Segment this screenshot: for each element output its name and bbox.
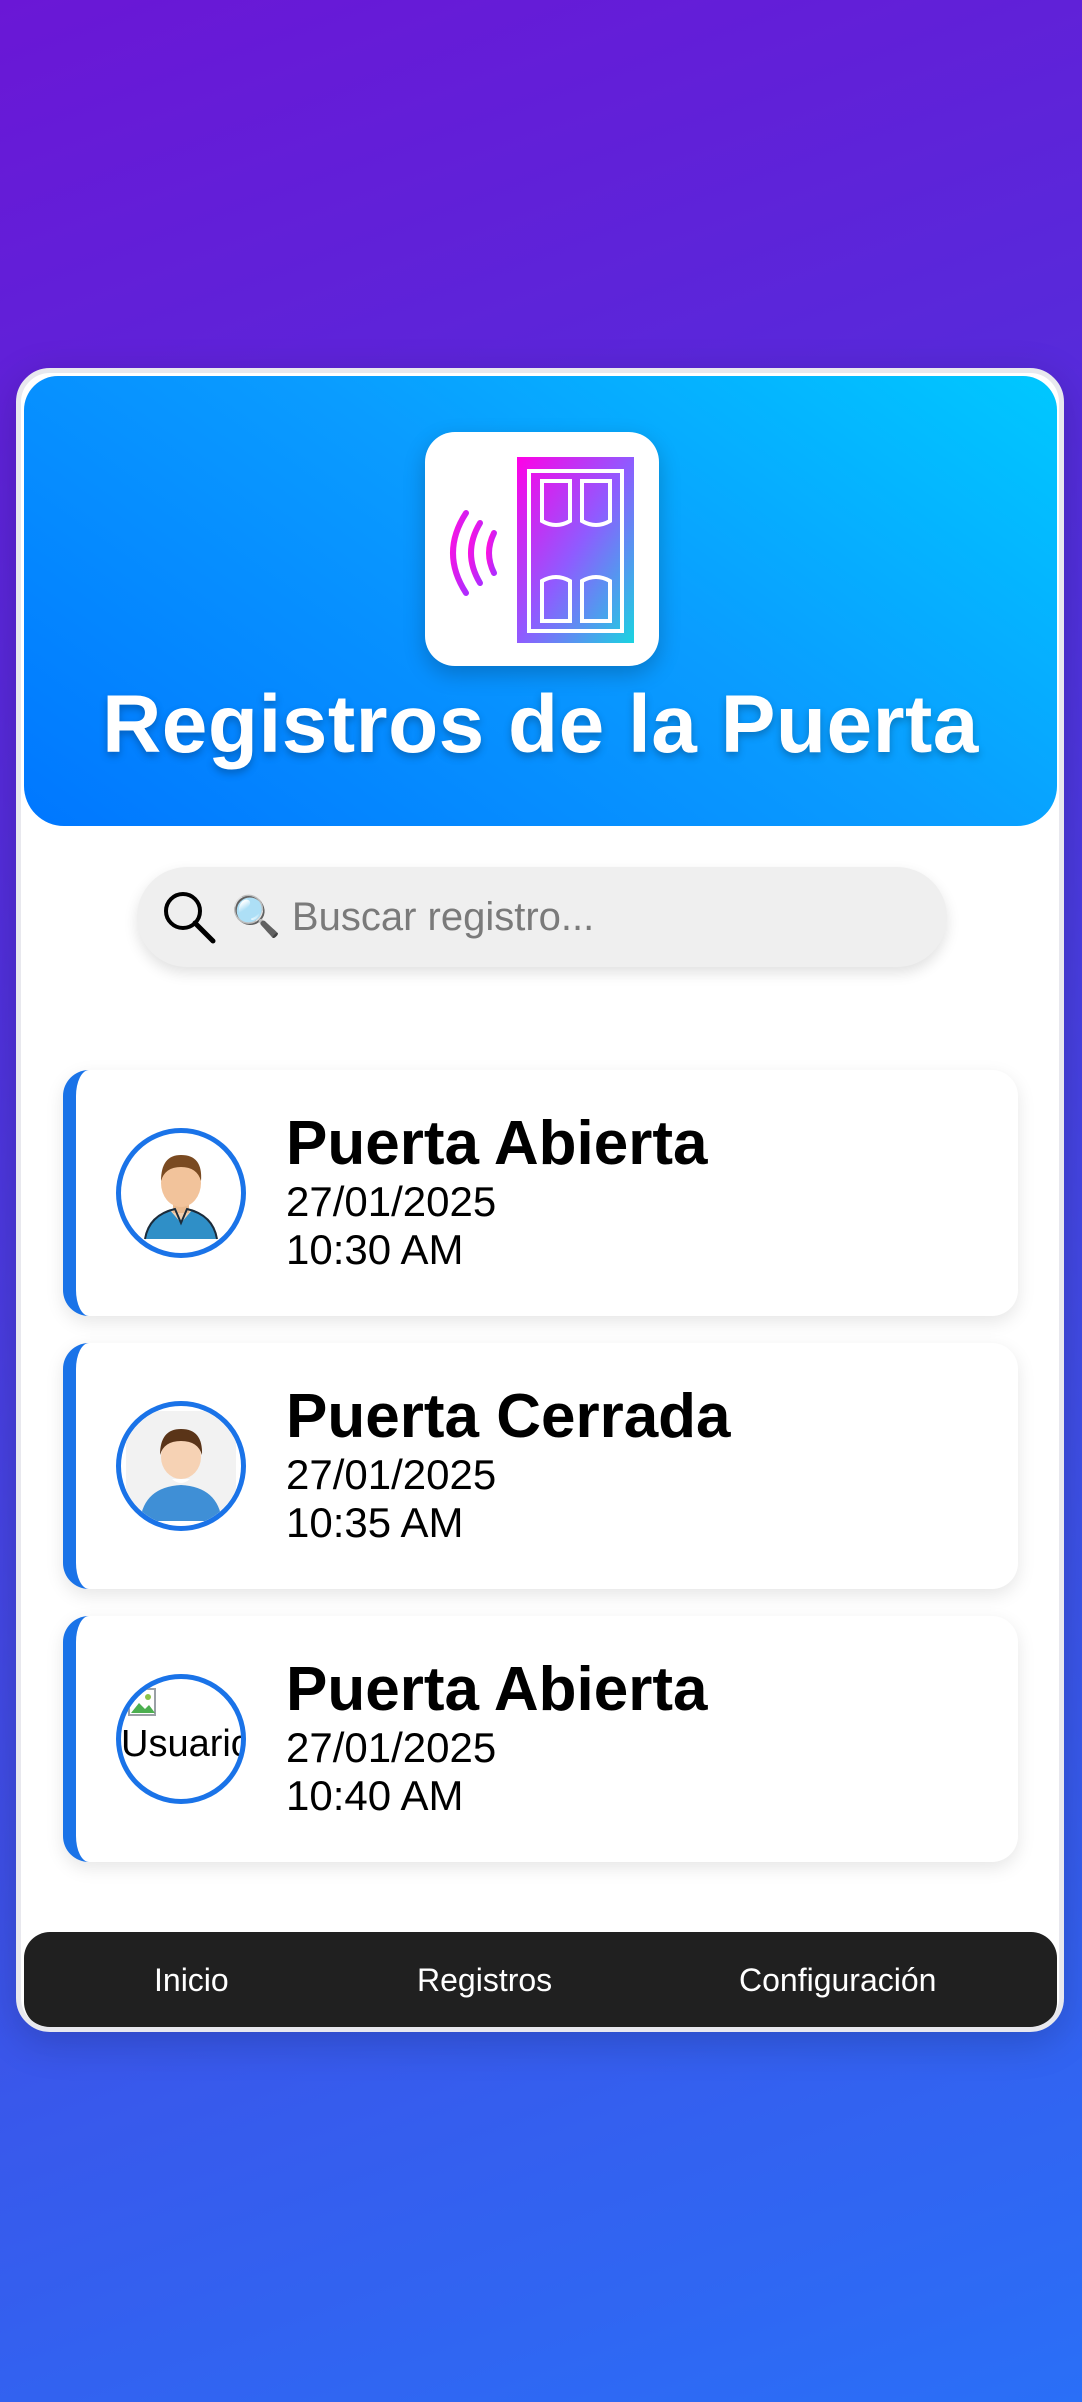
app-card: Registros de la Puerta Puerta Abierta: [16, 368, 1064, 2032]
record-time: 10:30 AM: [286, 1226, 464, 1273]
avatar-alt-text: Usuario: [121, 1723, 246, 1765]
page-title: Registros de la Puerta: [102, 679, 979, 770]
search-bar[interactable]: [137, 867, 947, 967]
man-avatar-icon: [144, 1155, 218, 1240]
record-avatar: [116, 1128, 246, 1258]
record-text: Puerta Abierta 27/01/2025 10:30 AM: [286, 1110, 708, 1274]
record-title: Puerta Abierta: [286, 1109, 708, 1178]
record-time: 10:40 AM: [286, 1772, 464, 1819]
nav-item-inicio[interactable]: Inicio: [154, 1962, 229, 1999]
records-list: Puerta Abierta 27/01/2025 10:30 AM Puert…: [63, 1070, 1018, 1889]
nav-item-registros[interactable]: Registros: [417, 1962, 552, 1999]
app-logo: [425, 432, 659, 666]
record-avatar: [116, 1401, 246, 1531]
bottom-nav: Inicio Registros Configuración: [24, 1932, 1057, 2027]
user-avatar-icon: [126, 1411, 236, 1521]
smart-door-icon: [450, 457, 634, 643]
record-card[interactable]: Puerta Abierta 27/01/2025 10:30 AM: [63, 1070, 1018, 1316]
search-input[interactable]: [229, 893, 793, 941]
record-title: Puerta Cerrada: [286, 1382, 731, 1451]
record-date: 27/01/2025: [286, 1724, 497, 1771]
search-icon: [164, 892, 216, 944]
record-time: 10:35 AM: [286, 1499, 464, 1546]
header: Registros de la Puerta: [24, 376, 1057, 826]
broken-image-avatar: Usuario: [121, 1679, 241, 1799]
record-text: Puerta Abierta 27/01/2025 10:40 AM: [286, 1656, 708, 1820]
broken-image-icon: [128, 1688, 156, 1716]
record-title: Puerta Abierta: [286, 1655, 708, 1724]
record-text: Puerta Cerrada 27/01/2025 10:35 AM: [286, 1383, 731, 1547]
record-avatar: Usuario: [116, 1674, 246, 1804]
record-date: 27/01/2025: [286, 1451, 497, 1498]
nav-item-configuracion[interactable]: Configuración: [739, 1962, 936, 1999]
record-card[interactable]: Usuario Puerta Abierta 27/01/2025 10:40 …: [63, 1616, 1018, 1862]
record-card[interactable]: Puerta Cerrada 27/01/2025 10:35 AM: [63, 1343, 1018, 1589]
record-date: 27/01/2025: [286, 1178, 497, 1225]
